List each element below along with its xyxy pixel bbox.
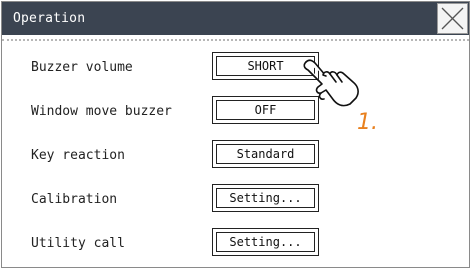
key-reaction-label: Key reaction (31, 148, 125, 163)
calibration-value: Setting... (216, 188, 315, 208)
close-button[interactable] (437, 3, 468, 34)
key-reaction-button[interactable]: Standard (212, 140, 319, 168)
calibration-button[interactable]: Setting... (212, 184, 319, 212)
key-reaction-value: Standard (216, 144, 315, 164)
window-title: Operation (13, 11, 86, 26)
calibration-label: Calibration (31, 192, 118, 207)
buzzer-volume-label: Buzzer volume (31, 60, 133, 75)
utility-call-label: Utility call (31, 236, 125, 251)
title-divider (2, 39, 469, 41)
hand-pointer-icon (303, 59, 359, 107)
title-bar: Operation (2, 2, 469, 35)
close-icon (441, 7, 464, 30)
operation-dialog: Operation Buzzer volume SHORT Window mov… (1, 1, 470, 268)
window-move-buzzer-label: Window move buzzer (31, 104, 172, 119)
step-number-label: 1. (357, 110, 378, 135)
utility-call-value: Setting... (216, 232, 315, 252)
utility-call-button[interactable]: Setting... (212, 228, 319, 256)
